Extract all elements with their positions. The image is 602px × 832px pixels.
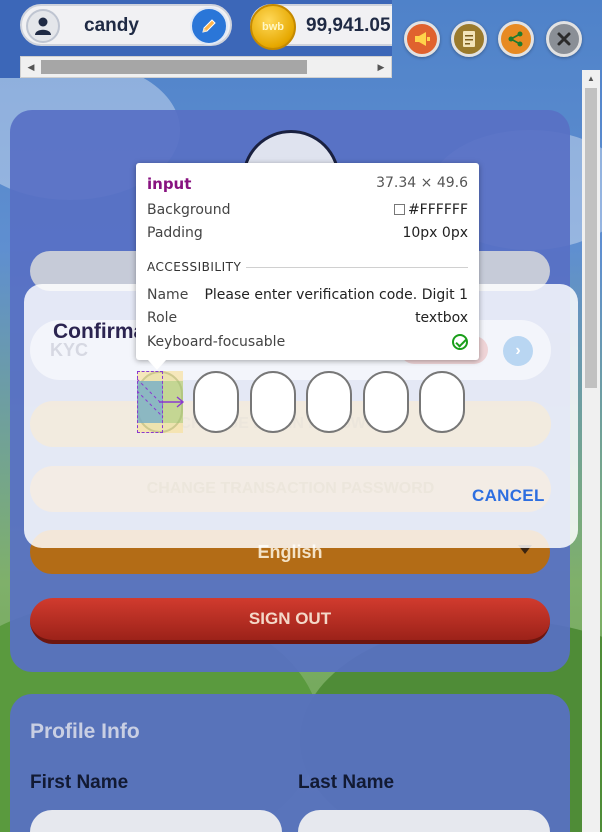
first-name-label: First Name [30,772,129,793]
chevron-right-icon[interactable]: › [503,336,533,366]
scroll-left-icon[interactable]: ◀ [21,57,41,77]
tooltip-row-background: Background #FFFFFF [147,202,468,218]
last-name-label: Last Name [298,772,395,793]
profile-info-title: Profile Info [30,720,140,743]
scrollbar-thumb[interactable] [585,88,597,388]
cancel-button[interactable]: CANCEL [472,486,545,506]
tooltip-row-padding: Padding 10px 0px [147,225,468,241]
document-icon[interactable] [451,21,487,57]
scrollbar-thumb[interactable] [41,60,307,74]
first-name-field[interactable] [30,810,282,832]
otp-digit-5[interactable] [363,371,409,433]
tooltip-arrow [148,360,166,370]
top-bar: candy bwb 99,941.05 ◀ ▶ [0,0,392,78]
share-icon[interactable] [498,21,534,57]
otp-digit-2[interactable] [193,371,239,433]
coin-icon: bwb [250,4,296,50]
scroll-right-icon[interactable]: ▶ [371,57,391,77]
tooltip-size: 37.34 × 49.6 [376,175,468,191]
horizontal-scrollbar[interactable]: ◀ ▶ [20,56,392,78]
vertical-scrollbar[interactable]: ▲ [582,70,600,832]
close-icon[interactable] [546,21,582,57]
divider [246,267,468,268]
profile-info-card: Profile Info First Name Last Name [10,694,570,832]
scroll-up-icon[interactable]: ▲ [582,70,600,86]
color-swatch-icon [393,204,405,215]
username: candy [84,15,139,36]
check-circle-icon [452,334,468,350]
balance-pill: bwb 99,941.05 [250,4,392,50]
last-name-field[interactable] [298,810,550,832]
sign-out-button[interactable]: SIGN OUT [30,598,550,644]
balance-amount: 99,941.05 [306,15,391,36]
tooltip-tag: input [147,175,192,193]
tooltip-section-title: ACCESSIBILITY [147,260,242,274]
tooltip-row-focusable: Keyboard-focusable [147,334,468,354]
announcement-icon[interactable] [404,21,440,57]
user-icon [26,9,60,43]
tooltip-row-role: Role textbox [147,310,468,326]
tooltip-row-name: Name Please enter verification code. Dig… [147,287,468,303]
otp-digit-3[interactable] [250,371,296,433]
highlight-arrows [137,378,185,418]
inspector-tooltip: input 37.34 × 49.6 Background #FFFFFF Pa… [136,163,479,360]
user-pill[interactable]: candy [20,4,232,46]
pencil-icon [202,19,216,33]
otp-digit-6[interactable] [419,371,465,433]
otp-digit-4[interactable] [306,371,352,433]
edit-profile-button[interactable] [190,7,228,45]
